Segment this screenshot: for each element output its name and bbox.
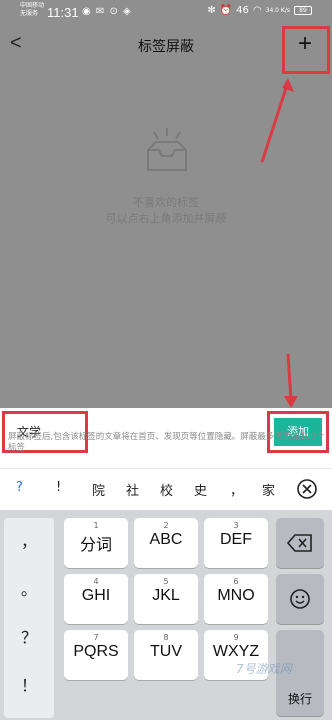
status-bar: 中国移动 无服务 11:31 ◉ ✉ ⊙ ◈ ✻ ⏰ 46 ◠ 34.0 K/s… xyxy=(0,0,332,26)
wifi-icon: ◠ xyxy=(252,5,262,16)
candidate-bar: ? ! 院 社 校 史 ， 家 xyxy=(0,468,332,510)
backspace-icon xyxy=(286,534,312,552)
punctuation-key[interactable]: ！ xyxy=(4,672,54,696)
key-number: 6 xyxy=(233,577,239,586)
key-8[interactable]: 8 TUV xyxy=(134,630,198,680)
carrier-service: 无服务 xyxy=(20,10,39,17)
key-7[interactable]: 7 PQRS xyxy=(64,630,128,680)
key-4[interactable]: 4 GHI xyxy=(64,574,128,624)
candidate-item[interactable]: ! xyxy=(56,480,61,495)
key-label: 分词 xyxy=(79,537,112,554)
key-label: MNO xyxy=(217,587,255,604)
key-number: 2 xyxy=(163,521,169,530)
punctuation-column: ， 。 ？ ！ xyxy=(4,518,54,718)
keyboard: ， 。 ？ ！ 1 分词 2 ABC 3 DEF 4 GHI 5 JKL 6 M… xyxy=(0,510,332,720)
signal-text: 46 xyxy=(236,5,249,16)
empty-text-1: 不喜欢的标签 xyxy=(133,196,199,209)
notification-icons: ◉ ✉ ⊙ ◈ xyxy=(82,6,132,17)
candidate-item[interactable]: 史 xyxy=(194,480,207,499)
backspace-key[interactable] xyxy=(276,518,324,568)
status-right: ✻ ⏰ 46 ◠ 34.0 K/s 89 xyxy=(207,5,312,16)
candidate-item[interactable]: 社 xyxy=(126,480,139,499)
key-label: GHI xyxy=(81,587,111,604)
key-number: 4 xyxy=(93,577,99,586)
carrier-info: 中国移动 无服务 xyxy=(20,2,44,18)
emoji-icon xyxy=(290,589,310,609)
key-number: 9 xyxy=(233,633,239,642)
key-label: DEF xyxy=(220,531,252,548)
key-label: ABC xyxy=(149,531,183,548)
collapse-icon[interactable] xyxy=(296,478,318,500)
key-6[interactable]: 6 MNO xyxy=(204,574,268,624)
punctuation-key[interactable]: ， xyxy=(4,528,54,552)
candidate-item[interactable]: 院 xyxy=(92,480,105,499)
vibrate-icon: ✻ xyxy=(207,5,216,16)
arrow-up-icon xyxy=(260,78,294,163)
key-number: 7 xyxy=(93,633,99,642)
carrier-name: 中国移动 xyxy=(20,2,45,9)
key-3[interactable]: 3 DEF xyxy=(204,518,268,568)
candidate-item[interactable]: ? xyxy=(16,480,23,495)
key-number: 1 xyxy=(93,521,99,530)
punctuation-key[interactable]: ？ xyxy=(4,624,54,648)
empty-inbox-icon xyxy=(147,128,187,171)
candidate-item[interactable]: 家 xyxy=(262,480,275,499)
key-label: WXYZ xyxy=(212,643,260,660)
key-number: 8 xyxy=(163,633,169,642)
arrow-down-icon xyxy=(284,353,298,408)
key-label: PQRS xyxy=(73,643,119,660)
battery-icon: 89 xyxy=(294,6,312,15)
key-5[interactable]: 5 JKL xyxy=(134,574,198,624)
key-label: JKL xyxy=(152,587,180,604)
key-2[interactable]: 2 ABC xyxy=(134,518,198,568)
network-speed: 34.0 K/s xyxy=(265,7,290,14)
punctuation-key[interactable]: 。 xyxy=(4,576,54,600)
candidate-item[interactable]: ， xyxy=(230,480,243,499)
highlight-box-add xyxy=(282,26,330,74)
newline-label: 换行 xyxy=(287,692,312,706)
watermark: 7号游戏网 xyxy=(236,662,292,676)
key-1[interactable]: 1 分词 xyxy=(64,518,128,568)
hint-text: 屏蔽标签后,包含该标签的文章将在首页、发现页等位置隐藏。屏蔽最多可添加100个标… xyxy=(8,432,325,453)
key-number: 3 xyxy=(233,521,239,530)
emoji-key[interactable] xyxy=(276,574,324,624)
key-label: TUV xyxy=(150,643,182,660)
status-time: 11:31 xyxy=(47,5,79,20)
alarm-icon: ⏰ xyxy=(219,5,233,16)
key-number: 5 xyxy=(163,577,169,586)
candidate-item[interactable]: 校 xyxy=(160,480,173,499)
empty-text-2: 可以点右上角添加并屏蔽 xyxy=(105,212,227,225)
